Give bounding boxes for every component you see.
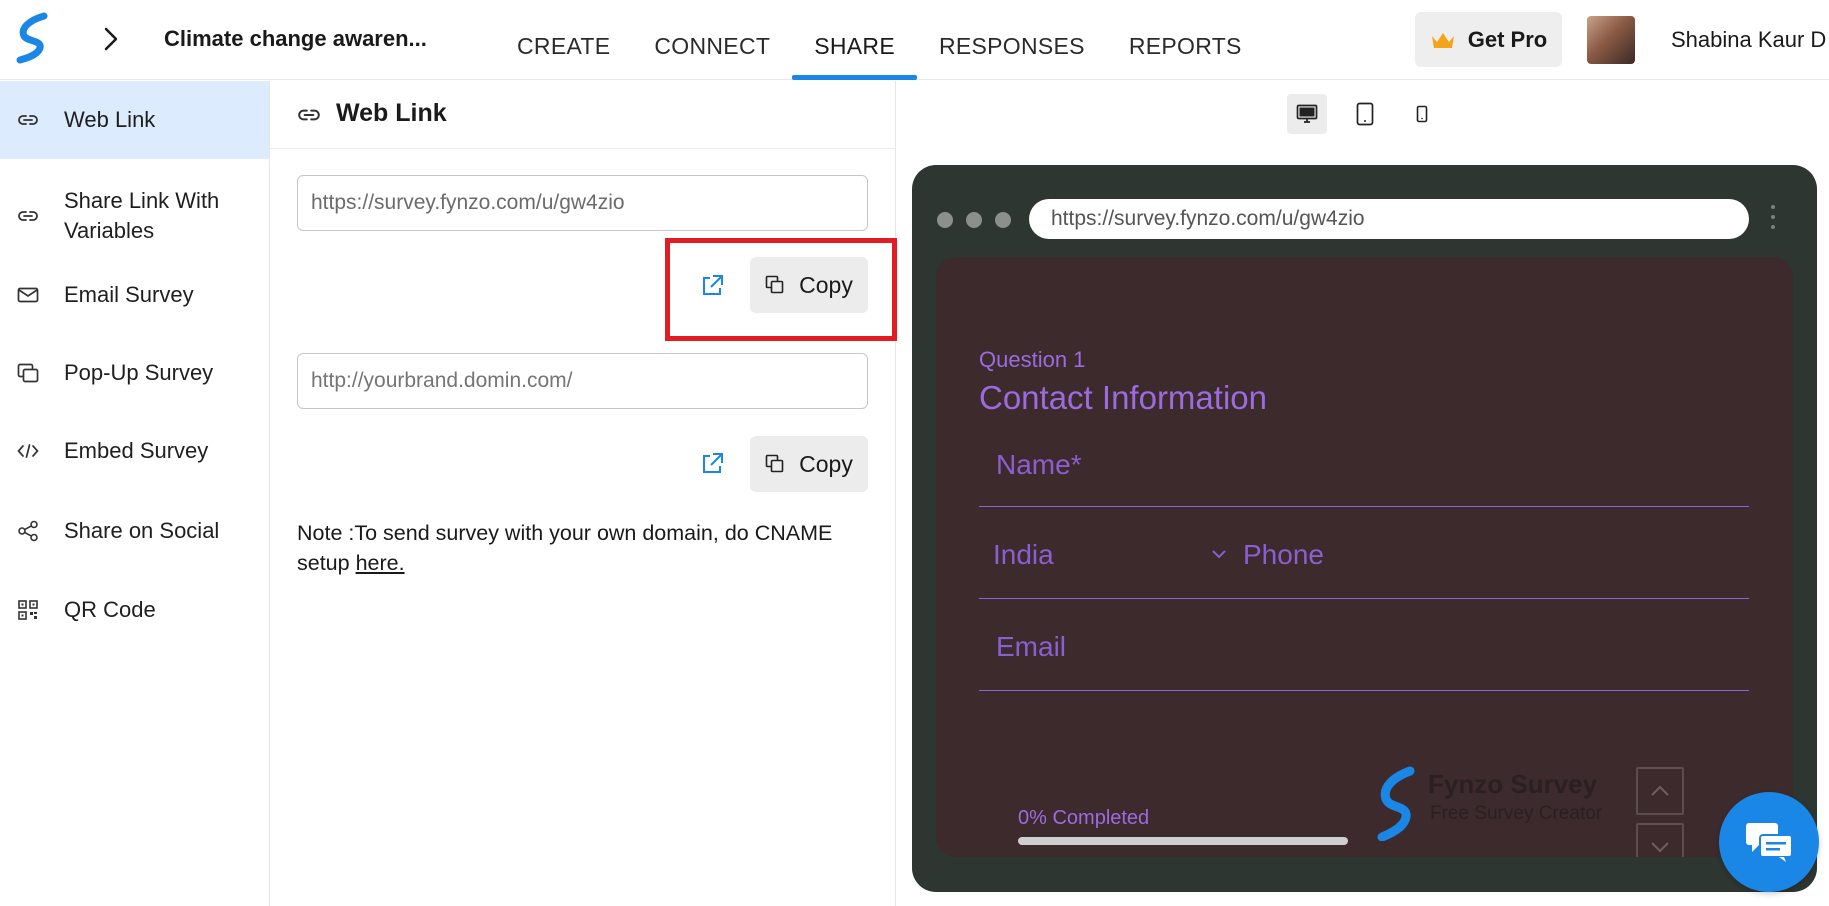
chevron-down-icon[interactable]	[1211, 549, 1227, 559]
custom-domain-field[interactable]	[297, 353, 868, 409]
survey-preview: https://survey.fynzo.com/u/gw4zio Questi…	[912, 165, 1817, 892]
get-pro-button[interactable]: Get Pro	[1415, 12, 1562, 67]
window-dot	[966, 212, 982, 228]
chevron-right-icon[interactable]	[98, 24, 124, 54]
sidebar-item-qr-code[interactable]: QR Code	[0, 586, 269, 634]
previous-question-button[interactable]	[1636, 767, 1684, 815]
chat-icon	[1746, 823, 1793, 862]
main-nav: CREATE CONNECT SHARE RESPONSES REPORTS	[495, 0, 1264, 80]
mobile-icon	[1416, 105, 1428, 123]
preview-form: Question 1 Contact Information Name* Ind…	[936, 257, 1793, 857]
sidebar-item-popup-survey[interactable]: Pop-Up Survey	[0, 349, 269, 397]
progress-label: 0% Completed	[1018, 807, 1150, 829]
copy-button-label: Copy	[799, 450, 853, 477]
desktop-view-button[interactable]	[1287, 94, 1327, 134]
popup-icon	[16, 361, 40, 385]
email-field[interactable]: Email	[979, 611, 1749, 691]
sidebar-item-share-link-variables[interactable]: Share Link With Variables	[0, 181, 269, 251]
tablet-view-button[interactable]	[1345, 94, 1385, 134]
tablet-icon	[1356, 102, 1374, 126]
phone-placeholder[interactable]: Phone	[1243, 539, 1324, 571]
sidebar-item-web-link[interactable]: Web Link	[0, 81, 269, 159]
brand-name: Fynzo Survey	[1428, 769, 1598, 799]
kebab-menu-icon	[1770, 205, 1776, 233]
preview-address-bar: https://survey.fynzo.com/u/gw4zio	[1029, 199, 1749, 239]
tab-share[interactable]: SHARE	[792, 0, 917, 80]
chevron-down-icon	[1651, 842, 1669, 853]
mobile-view-button[interactable]	[1402, 94, 1442, 134]
phone-field-row: India Phone	[979, 519, 1749, 599]
sidebar-item-share-on-social[interactable]: Share on Social	[0, 507, 269, 555]
link-icon	[16, 108, 40, 132]
survey-url-field[interactable]	[297, 175, 868, 231]
copy-custom-domain-button[interactable]: Copy	[750, 436, 868, 492]
country-select[interactable]: India	[993, 539, 1054, 571]
tab-create[interactable]: CREATE	[495, 0, 632, 80]
question-number: Question 1	[979, 347, 1086, 372]
tab-responses[interactable]: RESPONSES	[917, 0, 1107, 80]
link-icon	[16, 204, 40, 228]
panel-title: Web Link	[336, 99, 447, 127]
link-icon	[298, 109, 320, 121]
next-question-button[interactable]	[1636, 823, 1684, 857]
sidebar-item-email-survey[interactable]: Email Survey	[0, 271, 269, 319]
cname-note: Note :To send survey with your own domai…	[297, 518, 837, 578]
open-link-icon[interactable]	[699, 451, 725, 477]
code-icon	[16, 439, 40, 463]
top-bar: Climate change awaren... CREATE CONNECT …	[0, 0, 1829, 80]
sidebar-item-label: Share Link With Variables	[64, 188, 220, 243]
sidebar-item-label: Share on Social	[64, 518, 220, 543]
mail-icon	[16, 283, 40, 307]
survey-title[interactable]: Climate change awaren...	[164, 26, 427, 52]
window-dot	[995, 212, 1011, 228]
window-dot	[937, 212, 953, 228]
sidebar-item-label: Pop-Up Survey	[64, 360, 214, 385]
name-placeholder: Name*	[996, 449, 1082, 480]
brand-tagline: Free Survey Creator	[1430, 803, 1603, 824]
fynzo-logo-icon[interactable]	[16, 12, 50, 64]
copy-icon	[765, 454, 784, 473]
highlight-box	[665, 238, 897, 341]
sidebar-item-label: Web Link	[64, 107, 156, 132]
sidebar-item-label: Embed Survey	[64, 438, 209, 463]
progress-bar	[1018, 837, 1348, 845]
crown-icon	[1431, 32, 1454, 48]
avatar[interactable]	[1587, 16, 1635, 64]
qr-code-icon	[16, 598, 40, 622]
chat-support-button[interactable]	[1719, 792, 1819, 892]
share-icon	[16, 519, 40, 543]
sidebar-item-label: QR Code	[64, 597, 156, 622]
sidebar: Web Link Share Link With Variables Email…	[0, 81, 270, 906]
user-name[interactable]: Shabina Kaur D	[1671, 27, 1826, 53]
tab-reports[interactable]: REPORTS	[1107, 0, 1264, 80]
sidebar-item-embed-survey[interactable]: Embed Survey	[0, 427, 269, 475]
get-pro-label: Get Pro	[1467, 26, 1548, 52]
cname-setup-link[interactable]: here.	[356, 551, 405, 575]
sidebar-item-label: Email Survey	[64, 282, 194, 307]
desktop-icon	[1296, 104, 1318, 123]
fynzo-brand-logo-icon	[1377, 766, 1415, 841]
question-title: Contact Information	[979, 379, 1267, 416]
tab-connect[interactable]: CONNECT	[632, 0, 792, 80]
chevron-up-icon	[1651, 785, 1669, 796]
panel-header: Web Link	[270, 81, 896, 149]
email-placeholder: Email	[996, 631, 1067, 662]
name-field[interactable]: Name*	[979, 427, 1749, 507]
